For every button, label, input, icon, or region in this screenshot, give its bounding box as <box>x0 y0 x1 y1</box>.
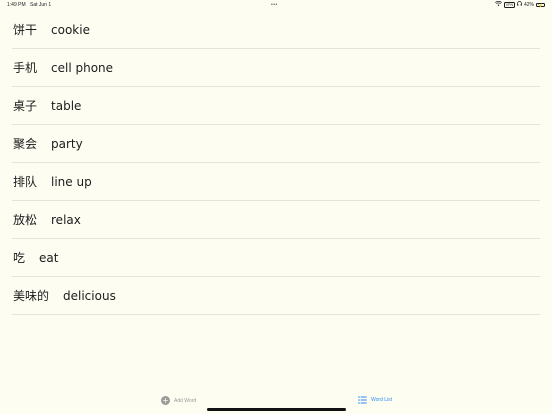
word-chinese: 放松 <box>13 213 38 227</box>
list-bullet-icon <box>358 396 367 404</box>
word-row[interactable]: 手机 cell phone <box>12 49 540 87</box>
word-english: relax <box>51 212 81 227</box>
tab-word-list[interactable]: Word List <box>358 396 392 404</box>
word-row[interactable]: 饼干 cookie <box>12 11 540 49</box>
word-english: line up <box>51 174 92 189</box>
charging-bolt-icon: ⚡ <box>538 2 543 8</box>
headphone-icon <box>517 1 522 8</box>
multitasking-dots-icon[interactable]: ••• <box>271 2 278 8</box>
word-english: party <box>51 136 83 151</box>
word-english: table <box>51 98 82 113</box>
home-indicator[interactable] <box>207 408 346 411</box>
battery-icon: ⚡ <box>536 2 545 8</box>
word-english: cookie <box>51 22 90 37</box>
status-time: 1:49 PM <box>7 2 26 8</box>
tab-add-word[interactable]: + Add Word <box>161 396 196 405</box>
wifi-icon <box>494 0 502 8</box>
word-english: cell phone <box>51 60 114 75</box>
status-indicators: VPN 42% ⚡ <box>494 0 545 8</box>
plus-circle-icon: + <box>161 396 170 405</box>
word-row[interactable]: 排队 line up <box>12 163 540 201</box>
word-chinese: 桌子 <box>13 99 38 113</box>
word-chinese: 聚会 <box>13 137 38 151</box>
word-chinese: 吃 <box>13 251 26 265</box>
word-chinese: 排队 <box>13 175 38 189</box>
word-english: eat <box>39 250 59 265</box>
vpn-icon: VPN <box>503 1 515 8</box>
tab-add-word-label: Add Word <box>174 397 197 404</box>
word-chinese: 饼干 <box>13 23 38 37</box>
word-row[interactable]: 聚会 party <box>12 125 540 163</box>
status-date: Sat Jun 1 <box>30 2 52 8</box>
word-row[interactable]: 放松 relax <box>12 201 540 239</box>
word-english: delicious <box>63 288 116 303</box>
word-list: 饼干 cookie 手机 cell phone 桌子 table 聚会 party 排队 line… <box>12 11 540 315</box>
word-row[interactable]: 桌子 table <box>12 87 540 125</box>
word-row[interactable]: 吃 eat <box>12 239 540 277</box>
word-chinese: 美味的 <box>13 289 50 303</box>
status-bar: 1:49 PM Sat Jun 1 ••• VPN 42% ⚡ <box>0 0 552 10</box>
battery-percent: 42% <box>523 1 534 8</box>
tab-word-list-label: Word List <box>371 397 393 403</box>
word-chinese: 手机 <box>13 61 38 75</box>
word-row[interactable]: 美味的 delicious <box>12 277 540 315</box>
